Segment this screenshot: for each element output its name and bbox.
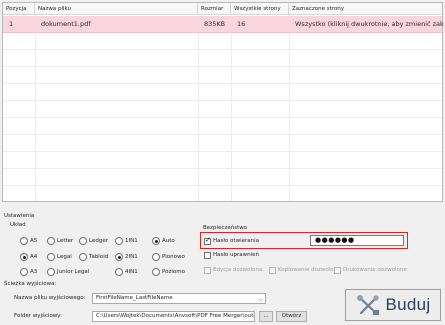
radio-legal[interactable]: Legal	[47, 252, 72, 262]
chevron-down-icon: ⌵	[258, 296, 263, 303]
column-header-filename[interactable]: Nazwa pliku	[35, 3, 198, 15]
radio-4in1[interactable]: 4IN1	[115, 267, 138, 277]
output-folder-label: Folder wyjściowy:	[14, 313, 63, 319]
cell-total-pages: 16	[237, 20, 246, 28]
radio-2in1[interactable]: 2IN1	[115, 252, 138, 262]
print-allowed-checkbox[interactable]: Drukowanie dozwolone	[334, 265, 407, 275]
output-filename-label: Nazwa pliku wyjściowego:	[14, 295, 86, 301]
edit-allowed-checkbox[interactable]: Edycja dozwolona	[204, 265, 262, 275]
column-header-position[interactable]: Pozycja	[3, 3, 35, 15]
column-header-total-pages[interactable]: Wszystkie strony	[231, 3, 289, 15]
highlight-box	[200, 232, 408, 249]
security-title: Bezpieczeństwo	[203, 225, 248, 231]
radio-orientation-auto[interactable]: Auto	[152, 236, 175, 246]
output-filename-select[interactable]: FirstFileName_LastFileName ⌵	[92, 293, 266, 304]
copy-allowed-checkbox[interactable]: Kopiowanie dozwolone	[269, 265, 340, 275]
radio-page-size-a4[interactable]: A4	[20, 252, 37, 262]
table-header: Pozycja Nazwa pliku Rozmiar Wszystkie st…	[3, 3, 442, 15]
column-header-selected-pages[interactable]: Zaznaczone strony	[289, 3, 444, 15]
build-label: Buduj	[385, 295, 431, 314]
settings-title: Ustawienia	[4, 213, 35, 219]
layout-label: Układ	[10, 222, 26, 228]
file-table[interactable]: Pozycja Nazwa pliku Rozmiar Wszystkie st…	[2, 2, 444, 202]
browse-button[interactable]: ...	[259, 311, 273, 322]
build-button[interactable]: Buduj	[345, 289, 441, 321]
radio-tabloid[interactable]: Tabloid	[79, 252, 108, 262]
open-folder-button[interactable]: Otwórz	[276, 311, 307, 322]
radio-ledger[interactable]: Ledger	[79, 236, 108, 246]
radio-junior-legal[interactable]: Junior Legal	[47, 267, 89, 277]
radio-page-size-a5[interactable]: A5	[20, 236, 37, 246]
radio-orientation-landscape[interactable]: Poziomo	[152, 267, 185, 277]
column-header-size[interactable]: Rozmiar	[198, 3, 231, 15]
pdf-merger-window: Pozycja Nazwa pliku Rozmiar Wszystkie st…	[0, 0, 445, 325]
cell-position: 1	[9, 20, 14, 28]
radio-1in1[interactable]: 1IN1	[115, 236, 138, 246]
cell-selected-pages[interactable]: Wszystko (kliknij dwukrotnie, aby zmieni…	[289, 16, 444, 33]
radio-letter[interactable]: Letter	[47, 236, 73, 246]
output-title: Ścieżka wyjściowa:	[4, 281, 57, 287]
cell-size: 835KB	[204, 20, 226, 28]
radio-orientation-portrait[interactable]: Pionowo	[152, 252, 185, 262]
output-folder-input[interactable]: C:\Users\Wojtek\Documents\Anvsoft\PDF Fr…	[92, 311, 255, 322]
cell-filename: dokument1.pdf	[41, 20, 91, 28]
build-icon	[356, 295, 379, 315]
permissions-password-checkbox[interactable]: Hasło uprawnień	[204, 250, 259, 260]
radio-page-size-a3[interactable]: A3	[20, 267, 37, 277]
table-row[interactable]: 1 dokument1.pdf 835KB 16 Wszystko (klikn…	[3, 16, 444, 33]
